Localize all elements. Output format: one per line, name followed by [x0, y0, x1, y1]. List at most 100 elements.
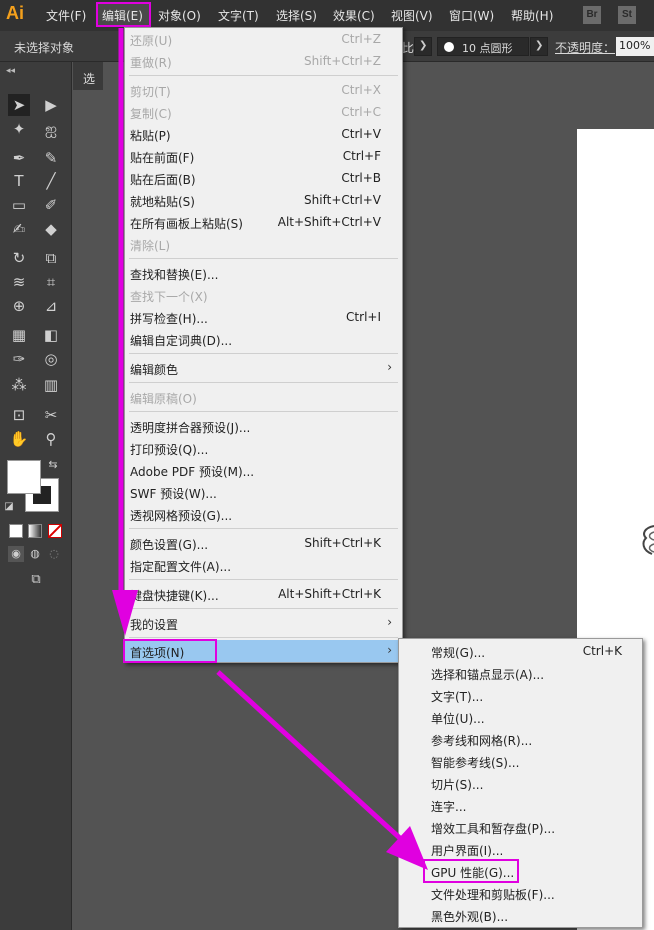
- menu-file[interactable]: 文件(F): [46, 7, 86, 24]
- menu-effect[interactable]: 效果(C): [333, 7, 375, 24]
- menu-item-undo[interactable]: 还原(U) Ctrl+Z: [125, 28, 402, 50]
- menu-item-color-settings[interactable]: 颜色设置(G)... Shift+Ctrl+K: [125, 532, 402, 554]
- menu-item-edit-original[interactable]: 编辑原稿(O): [125, 386, 402, 408]
- brush-dropdown[interactable]: 10 点圆形: [437, 37, 529, 56]
- submenu-item-guides-grid[interactable]: 参考线和网格(R)...: [399, 728, 642, 750]
- menu-item-my-settings[interactable]: 我的设置 ›: [125, 612, 402, 634]
- gradient-tool-icon[interactable]: ◧: [40, 324, 62, 346]
- menu-item-paste[interactable]: 粘贴(P) Ctrl+V: [125, 123, 402, 145]
- submenu-item-type[interactable]: 文字(T)...: [399, 684, 642, 706]
- menu-type[interactable]: 文字(T): [218, 7, 259, 24]
- default-colors-icon[interactable]: ◪: [2, 500, 16, 514]
- submenu-item-slices[interactable]: 切片(S)...: [399, 772, 642, 794]
- fill-swatch[interactable]: [7, 460, 41, 494]
- rotate-tool-icon[interactable]: ↻: [8, 247, 30, 269]
- menu-item-swf-presets[interactable]: SWF 预设(W)...: [125, 481, 402, 503]
- document-tab[interactable]: 选: [73, 62, 103, 90]
- submenu-item-selection-anchor[interactable]: 选择和锚点显示(A)...: [399, 662, 642, 684]
- submenu-item-smart-guides[interactable]: 智能参考线(S)...: [399, 750, 642, 772]
- menu-help[interactable]: 帮助(H): [511, 7, 553, 24]
- draw-behind-icon[interactable]: ◍: [27, 546, 43, 562]
- gradient-mode-icon[interactable]: [28, 524, 42, 538]
- opacity-field[interactable]: 100%: [616, 37, 654, 56]
- pen-tool-icon[interactable]: ✒: [8, 147, 30, 169]
- submenu-item-general[interactable]: 常规(G)... Ctrl+K: [399, 640, 642, 662]
- menu-separator: [129, 382, 398, 383]
- menu-item-edit-dictionary[interactable]: 编辑自定词典(D)...: [125, 328, 402, 350]
- menu-item-paste-in-place[interactable]: 就地粘贴(S) Shift+Ctrl+V: [125, 189, 402, 211]
- draw-normal-icon[interactable]: ◉: [8, 546, 24, 562]
- artboard-tool-icon[interactable]: ⊡: [8, 404, 30, 426]
- menu-item-paste-in-back[interactable]: 贴在后面(B) Ctrl+B: [125, 167, 402, 189]
- menu-item-flattener-presets[interactable]: 透明度拼合器预设(J)...: [125, 415, 402, 437]
- menu-item-paste-in-front[interactable]: 贴在前面(F) Ctrl+F: [125, 145, 402, 167]
- direct-selection-tool-icon[interactable]: ▶: [40, 94, 62, 116]
- selection-tool-icon[interactable]: ➤: [8, 94, 30, 116]
- perspective-grid-tool-icon[interactable]: ⊿: [40, 295, 62, 317]
- menu-edit[interactable]: 编辑(E): [102, 7, 143, 24]
- menu-item-pdf-presets[interactable]: Adobe PDF 预设(M)...: [125, 459, 402, 481]
- opacity-label[interactable]: 不透明度：: [555, 39, 615, 56]
- menu-item-preferences[interactable]: 首选项(N) ›: [123, 639, 402, 663]
- hand-tool-icon[interactable]: ✋: [8, 428, 30, 450]
- menu-item-paste-all-artboards[interactable]: 在所有画板上粘贴(S) Alt+Shift+Ctrl+V: [125, 211, 402, 233]
- menu-item-label: 就地粘贴(S): [130, 195, 195, 209]
- type-tool-icon[interactable]: T: [8, 170, 30, 192]
- scale-tool-icon[interactable]: ⧉: [40, 247, 62, 269]
- line-tool-icon[interactable]: ╱: [40, 170, 62, 192]
- width-tool-icon[interactable]: ≋: [8, 271, 30, 293]
- submenu-item-plugins-scratch[interactable]: 增效工具和暂存盘(P)...: [399, 816, 642, 838]
- menu-object[interactable]: 对象(O): [158, 7, 201, 24]
- screen-mode-icon[interactable]: ⧉: [24, 572, 48, 588]
- bridge-badge[interactable]: Br: [583, 6, 601, 24]
- menu-item-copy[interactable]: 复制(C) Ctrl+C: [125, 101, 402, 123]
- menu-window[interactable]: 窗口(W): [449, 7, 494, 24]
- shape-builder-tool-icon[interactable]: ⊕: [8, 295, 30, 317]
- submenu-item-file-handling[interactable]: 文件处理和剪贴板(F)...: [399, 882, 642, 904]
- menu-item-keyboard-shortcuts[interactable]: 键盘快捷键(K)... Alt+Shift+Ctrl+K: [125, 583, 402, 605]
- symbol-sprayer-tool-icon[interactable]: ⁂: [8, 374, 30, 396]
- menu-item-print-presets[interactable]: 打印预设(Q)...: [125, 437, 402, 459]
- menu-item-assign-profile[interactable]: 指定配置文件(A)...: [125, 554, 402, 576]
- color-mode-icon[interactable]: [9, 524, 23, 538]
- free-transform-tool-icon[interactable]: ⌗: [40, 271, 62, 293]
- brush-dropdown-toggle[interactable]: ❯: [530, 37, 548, 56]
- column-graph-tool-icon[interactable]: ▥: [40, 374, 62, 396]
- curvature-tool-icon[interactable]: ✎: [40, 147, 62, 169]
- zoom-tool-icon[interactable]: ⚲: [40, 428, 62, 450]
- submenu-item-black-appearance[interactable]: 黑色外观(B)...: [399, 904, 642, 926]
- eraser-tool-icon[interactable]: ◆: [40, 218, 62, 240]
- shaper-tool-icon[interactable]: ✍: [8, 218, 30, 240]
- menu-item-label: 文件处理和剪贴板(F)...: [431, 888, 555, 902]
- menu-item-label: Adobe PDF 预设(M)...: [130, 465, 255, 479]
- mesh-tool-icon[interactable]: ▦: [8, 324, 30, 346]
- menu-item-find-next[interactable]: 查找下一个(X): [125, 284, 402, 306]
- menu-item-edit-colors[interactable]: 编辑颜色 ›: [125, 357, 402, 379]
- submenu-item-hyphenation[interactable]: 连字...: [399, 794, 642, 816]
- rectangle-tool-icon[interactable]: ▭: [8, 194, 30, 216]
- none-mode-icon[interactable]: [48, 524, 62, 538]
- submenu-item-units[interactable]: 单位(U)...: [399, 706, 642, 728]
- menu-item-redo[interactable]: 重做(R) Shift+Ctrl+Z: [125, 50, 402, 72]
- draw-inside-icon[interactable]: ◌: [46, 546, 62, 562]
- stock-badge[interactable]: St: [618, 6, 636, 24]
- menu-select[interactable]: 选择(S): [276, 7, 317, 24]
- lasso-tool-icon[interactable]: ஐ: [40, 118, 62, 140]
- slice-tool-icon[interactable]: ✂: [40, 404, 62, 426]
- eyedropper-tool-icon[interactable]: ✑: [8, 348, 30, 370]
- stroke-profile-dropdown[interactable]: ❯: [414, 37, 432, 56]
- swap-colors-icon[interactable]: ⇆: [46, 458, 60, 472]
- blend-tool-icon[interactable]: ◎: [40, 348, 62, 370]
- menu-item-cut[interactable]: 剪切(T) Ctrl+X: [125, 79, 402, 101]
- menu-item-clear[interactable]: 清除(L): [125, 233, 402, 255]
- magic-wand-tool-icon[interactable]: ✦: [8, 118, 30, 140]
- menu-item-spell-check[interactable]: 拼写检查(H)... Ctrl+I: [125, 306, 402, 328]
- menu-view[interactable]: 视图(V): [391, 7, 433, 24]
- menu-item-find-replace[interactable]: 查找和替换(E)...: [125, 262, 402, 284]
- paintbrush-tool-icon[interactable]: ✐: [40, 194, 62, 216]
- submenu-item-user-interface[interactable]: 用户界面(I)...: [399, 838, 642, 860]
- menu-item-label: 键盘快捷键(K)...: [130, 589, 219, 603]
- collapse-panel-icon[interactable]: ◂◂: [6, 66, 15, 76]
- menu-item-perspective-presets[interactable]: 透视网格预设(G)...: [125, 503, 402, 525]
- submenu-item-gpu-performance[interactable]: GPU 性能(G)...: [399, 859, 642, 883]
